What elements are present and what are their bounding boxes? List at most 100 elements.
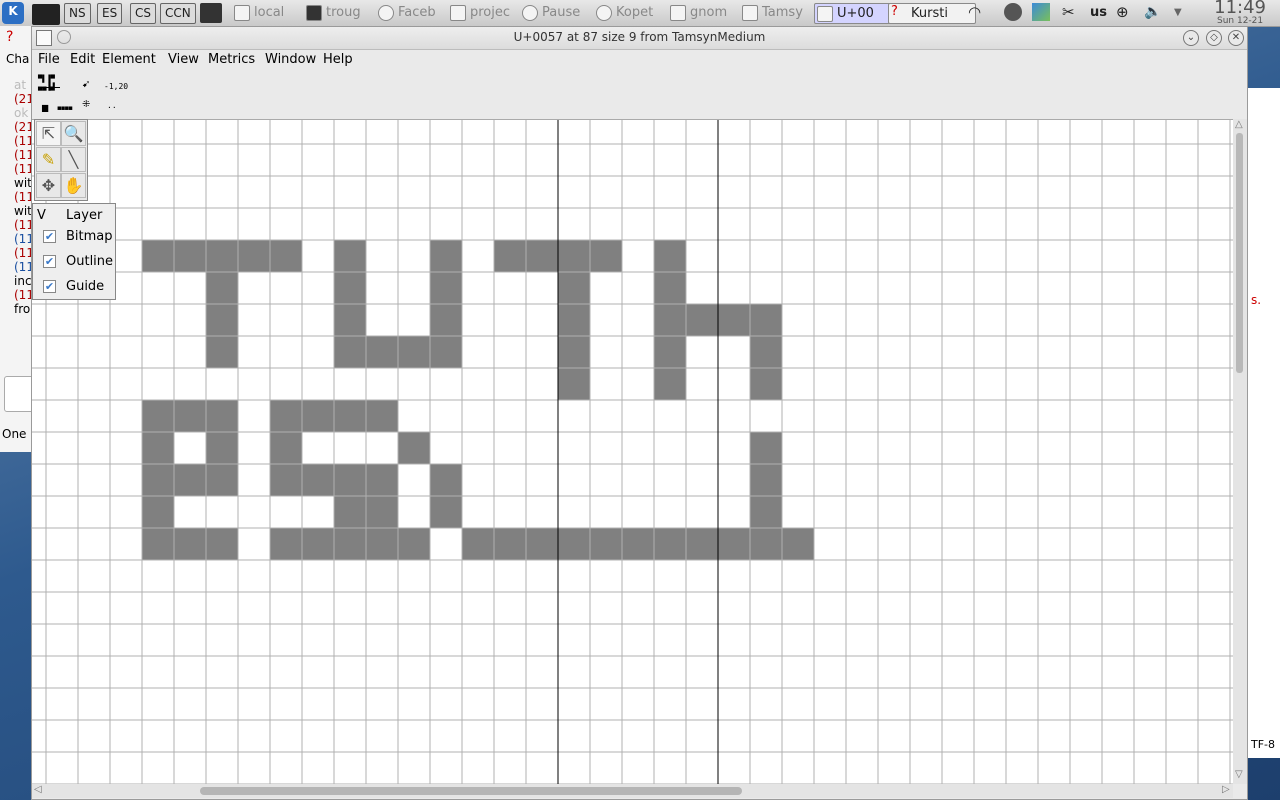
horizontal-scroll-thumb[interactable] (200, 787, 742, 795)
pointer-tool-icon[interactable]: ⇱ (36, 121, 61, 146)
bitmap-pixel (558, 528, 590, 560)
bitmap-pixel (174, 528, 206, 560)
bitmap-pixel (558, 368, 590, 400)
pager-ns[interactable]: NS (64, 3, 91, 24)
background-window-right[interactable]: s. TF-8 (1246, 88, 1280, 758)
bitmap-pixel (654, 240, 686, 272)
bitmap-pixel (430, 304, 462, 336)
checkbox-bitmap[interactable]: ✔ (43, 230, 56, 243)
bitmap-pixel (750, 464, 782, 496)
scroll-left-icon[interactable]: ◁ (34, 784, 42, 795)
bitmap-editor-window[interactable]: U+0057 at 87 size 9 from TamsynMedium ⌄ … (31, 26, 1248, 800)
menu-metrics[interactable]: Metrics (208, 52, 255, 67)
kde-menu-icon[interactable]: K (2, 2, 24, 24)
vertical-scroll-thumb[interactable] (1236, 133, 1243, 373)
magnify-tool-icon[interactable]: 🔍 (61, 121, 86, 146)
bitmap-pixel (270, 528, 302, 560)
bitmap-pixel (174, 400, 206, 432)
glyph-preview-small: ▆ (42, 103, 49, 112)
menu-file[interactable]: File (38, 52, 60, 67)
checkbox-guide[interactable]: ✔ (43, 280, 56, 293)
coordinate-readout: -1,20 (104, 82, 129, 91)
bitmap-pixel (398, 528, 430, 560)
menu-help[interactable]: Help (323, 52, 353, 67)
log-line: inc (14, 274, 32, 288)
volume-icon[interactable]: 🔈 (1144, 3, 1161, 22)
vertical-scrollbar[interactable]: △ ▽ (1233, 119, 1247, 784)
scroll-down-icon[interactable]: ▽ (1235, 769, 1243, 780)
fontforge-icon (742, 5, 758, 21)
menu-window[interactable]: Window (265, 52, 316, 67)
right-window-encoding: TF-8 (1251, 738, 1276, 751)
bitmap-pixel (302, 528, 334, 560)
window-icon (234, 5, 250, 21)
wifi-icon[interactable]: ◠ (968, 3, 981, 22)
layers-palette: V Layer ✔ Bitmap ✔ Outline ✔ Guide (32, 203, 116, 300)
pager-es[interactable]: ES (97, 3, 123, 24)
bitmap-pixel (206, 272, 238, 304)
help-icon: ? (891, 4, 898, 19)
layers-header: V Layer (37, 208, 102, 223)
bitmap-pixel (142, 464, 174, 496)
top-panel: K NS ES CS CCN local troug Faceb projec … (0, 0, 1280, 27)
pager-ccn[interactable]: CCN (160, 3, 196, 24)
desktop-switcher-icon[interactable] (32, 4, 60, 25)
bitmap-pixel (142, 400, 174, 432)
bitmap-pixel (526, 240, 558, 272)
bitmap-pixel (430, 336, 462, 368)
terminal-launcher-icon[interactable] (200, 3, 222, 23)
title-bar[interactable]: U+0057 at 87 size 9 from TamsynMedium ⌄ … (32, 27, 1247, 50)
bitmap-pixel (142, 240, 174, 272)
bitmap-pixel (366, 528, 398, 560)
tray-expand-icon[interactable]: ▼ (1174, 3, 1182, 22)
checkbox-outline[interactable]: ✔ (43, 255, 56, 268)
shift-range-tool-icon[interactable]: ✥ (36, 173, 61, 198)
bitmap-pixel (430, 272, 462, 304)
layer-outline[interactable]: ✔ Outline (43, 254, 113, 269)
layer-bitmap[interactable]: ✔ Bitmap (43, 229, 113, 244)
log-line: at (14, 78, 27, 92)
clock[interactable]: 11:49 Sun 12-21 (1214, 0, 1266, 26)
menu-element[interactable]: Element (102, 52, 156, 67)
bitmap-pixel (206, 528, 238, 560)
bitmap-pixel (590, 528, 622, 560)
bitmap-pixel (206, 336, 238, 368)
help-icon: ? (6, 29, 14, 45)
bitmap-pixel (334, 304, 366, 336)
fontforge-icon (817, 6, 833, 22)
bitmap-pixel (750, 432, 782, 464)
task-kursti[interactable]: ? Kursti (888, 3, 976, 24)
package-updates-icon[interactable] (1032, 3, 1050, 21)
minimize-icon[interactable]: ⌄ (1183, 30, 1199, 46)
bitmap-pixel (142, 528, 174, 560)
network-icon[interactable]: ⊕ (1116, 3, 1129, 22)
bitmap-pixel (526, 528, 558, 560)
pixel-grid[interactable] (32, 120, 1233, 785)
bitmap-editing-canvas[interactable] (32, 119, 1233, 785)
line-tool-icon[interactable]: ╲ (61, 147, 86, 172)
bitmap-pixel (750, 368, 782, 400)
menu-view[interactable]: View (168, 52, 199, 67)
network-monitor-icon[interactable] (1004, 3, 1022, 21)
pager-cs[interactable]: CS (130, 3, 156, 24)
maximize-icon[interactable]: ◇ (1206, 30, 1222, 46)
menu-edit[interactable]: Edit (70, 52, 95, 67)
bitmap-pixel (334, 464, 366, 496)
bitmap-pixel (366, 496, 398, 528)
hand-tool-icon[interactable]: ✋ (61, 173, 86, 198)
close-icon[interactable]: ✕ (1228, 30, 1244, 46)
bitmap-pixel (430, 496, 462, 528)
pencil-tool-icon[interactable]: ✎ (36, 147, 61, 172)
glyph-preview-tiny: ▪▪▪▪ (57, 104, 73, 112)
clipboard-scissors-icon[interactable]: ✂ (1062, 3, 1075, 22)
scroll-up-icon[interactable]: △ (1235, 119, 1243, 130)
horizontal-scrollbar[interactable]: ◁ ▷ (32, 784, 1233, 798)
layer-guide[interactable]: ✔ Guide (43, 279, 104, 294)
background-window-left[interactable]: ? Cha at (21 ok (21 (11 (11 (11 wit (11 wit (11 (11(… (0, 26, 35, 452)
right-window-text: s. (1251, 293, 1262, 307)
bitmap-pixel (206, 400, 238, 432)
status-text: One (2, 427, 27, 441)
keyboard-layout[interactable]: us (1090, 3, 1107, 22)
scroll-right-icon[interactable]: ▷ (1222, 784, 1230, 795)
bitmap-pixel (174, 240, 206, 272)
